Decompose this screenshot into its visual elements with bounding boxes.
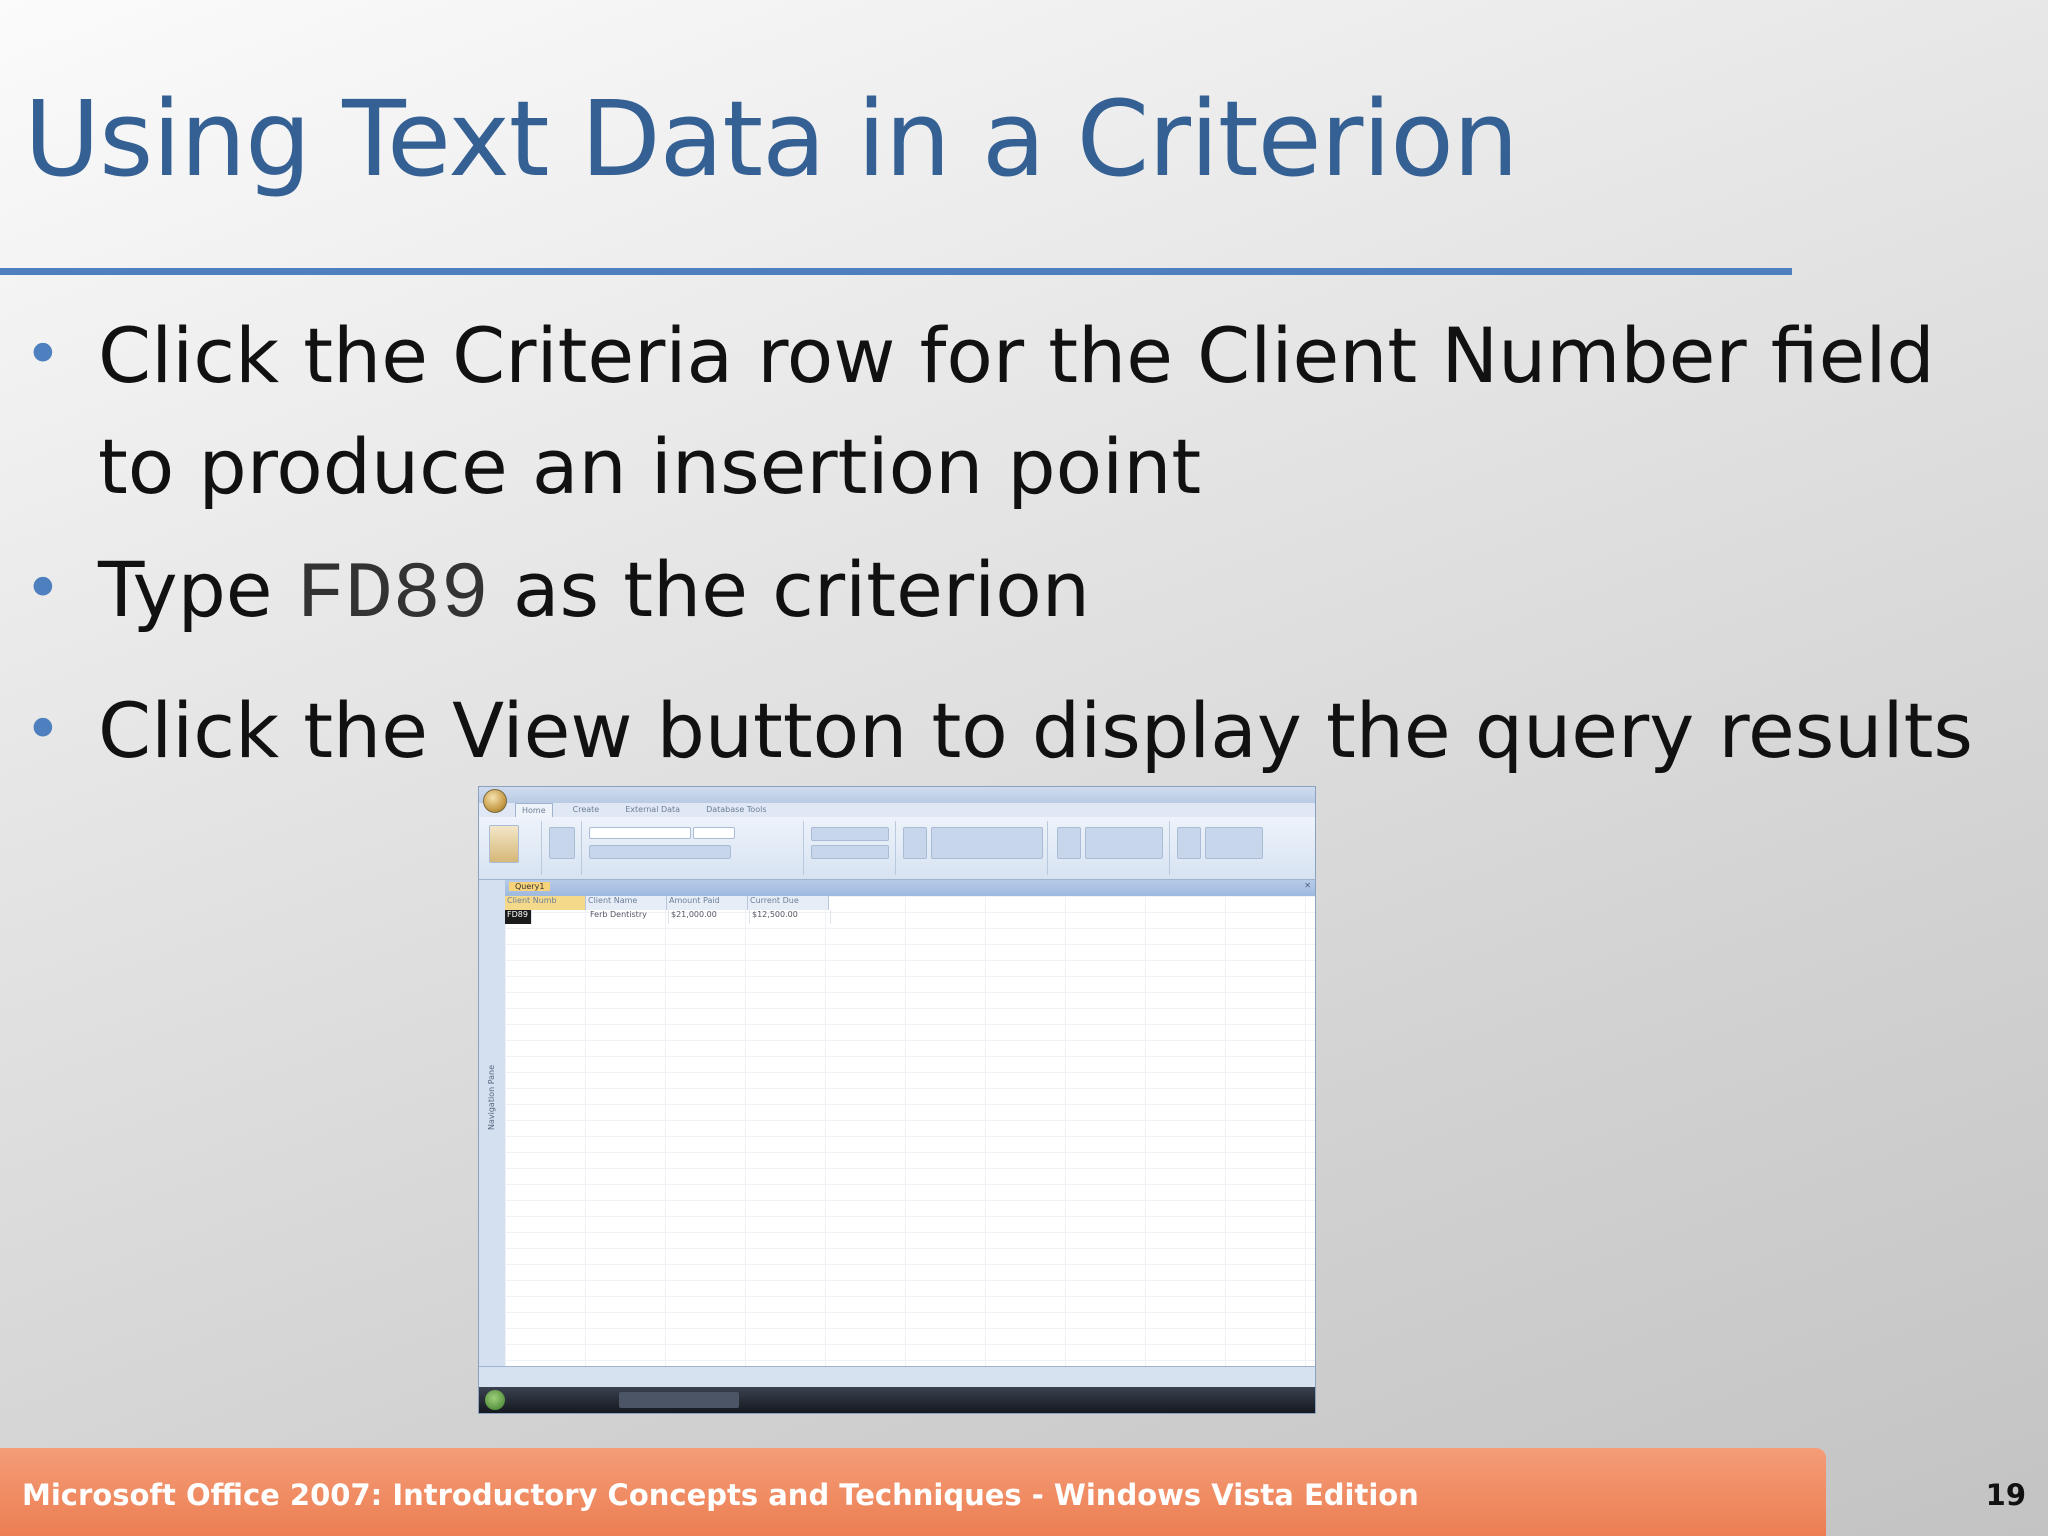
workspace: Navigation Pane Query1 ✕ Client Numb Cli… — [479, 880, 1315, 1367]
access-screenshot: Home Create External Data Database Tools — [478, 786, 1316, 1414]
bullet-dot-icon: • — [24, 318, 62, 392]
sort-filter-buttons — [1085, 827, 1163, 859]
footer-text: Microsoft Office 2007: Introductory Conc… — [22, 1478, 1419, 1512]
bullet-text-pre: Type — [98, 545, 297, 634]
query-tab-label: Query1 — [509, 882, 551, 891]
ribbon-group-rich-text — [805, 821, 896, 875]
column-header: Amount Paid — [667, 896, 748, 910]
ribbon-group-sort-filter — [1049, 821, 1170, 875]
page-number: 19 — [1985, 1478, 2026, 1512]
find-buttons — [1205, 827, 1263, 859]
tab-database-tools: Database Tools — [706, 805, 767, 814]
filter-icon — [1057, 827, 1081, 859]
paste-icon — [549, 827, 575, 859]
view-button-icon — [489, 825, 519, 863]
ribbon-group-records — [897, 821, 1048, 875]
rich-text-buttons — [811, 827, 889, 841]
ribbon — [479, 817, 1315, 880]
title-divider — [0, 268, 1792, 275]
bullet-text-post: as the criterion — [488, 545, 1090, 634]
start-orb-icon — [485, 1390, 505, 1410]
bullet-dot-icon: • — [24, 693, 62, 767]
taskbar-button — [619, 1392, 739, 1408]
table-row: FD89 Ferb Dentistry $21,000.00 $12,500.0… — [505, 910, 831, 924]
tab-external-data: External Data — [625, 805, 681, 814]
ribbon-group-font — [583, 821, 804, 875]
table-cell: FD89 — [505, 910, 532, 924]
tab-home: Home — [515, 803, 553, 817]
record-buttons — [931, 827, 1043, 859]
ribbon-group-views — [481, 821, 542, 875]
record-navigation-bar — [479, 1366, 1315, 1387]
font-size-box — [693, 827, 735, 839]
ribbon-group-find — [1171, 821, 1271, 875]
office-button-icon — [483, 789, 507, 813]
bullet-item: • Click the View button to display the q… — [24, 675, 2014, 786]
datasheet: Query1 ✕ Client Numb Client Name Amount … — [505, 880, 1315, 1367]
bullet-item: • Type FD89 as the criterion — [24, 534, 2014, 651]
column-header: Client Numb — [505, 896, 586, 910]
ribbon-tabs: Home Create External Data Database Tools — [515, 803, 772, 817]
navigation-pane: Navigation Pane — [479, 880, 506, 1367]
table-cell: $21,000.00 — [669, 910, 750, 924]
bullet-text: Click the View button to display the que… — [98, 686, 1973, 775]
criterion-code: FD89 — [296, 550, 489, 641]
navigation-pane-label: Navigation Pane — [487, 1064, 496, 1130]
bullet-text: Click the Criteria row for the Client Nu… — [98, 311, 1935, 511]
refresh-icon — [903, 827, 927, 859]
table-cell: Ferb Dentistry — [588, 910, 669, 924]
column-header: Client Name — [586, 896, 667, 910]
tab-create: Create — [572, 805, 600, 814]
bullet-dot-icon: • — [24, 552, 62, 626]
table-cell: $12,500.00 — [750, 910, 831, 924]
bullet-item: • Click the Criteria row for the Client … — [24, 300, 2014, 522]
query-tab: Query1 ✕ — [505, 880, 1315, 896]
ribbon-group-clipboard — [543, 821, 582, 875]
windows-taskbar — [479, 1387, 1315, 1413]
bullet-list: • Click the Criteria row for the Client … — [24, 300, 2014, 786]
find-icon — [1177, 827, 1201, 859]
font-format-buttons — [589, 845, 731, 859]
window-titlebar — [479, 787, 1315, 803]
slide-title: Using Text Data in a Criterion — [24, 78, 1519, 200]
datasheet-header-row: Client Numb Client Name Amount Paid Curr… — [505, 896, 829, 910]
font-name-box — [589, 827, 691, 839]
rich-text-buttons — [811, 845, 889, 859]
close-icon: ✕ — [1304, 881, 1311, 890]
column-header: Current Due — [748, 896, 829, 910]
